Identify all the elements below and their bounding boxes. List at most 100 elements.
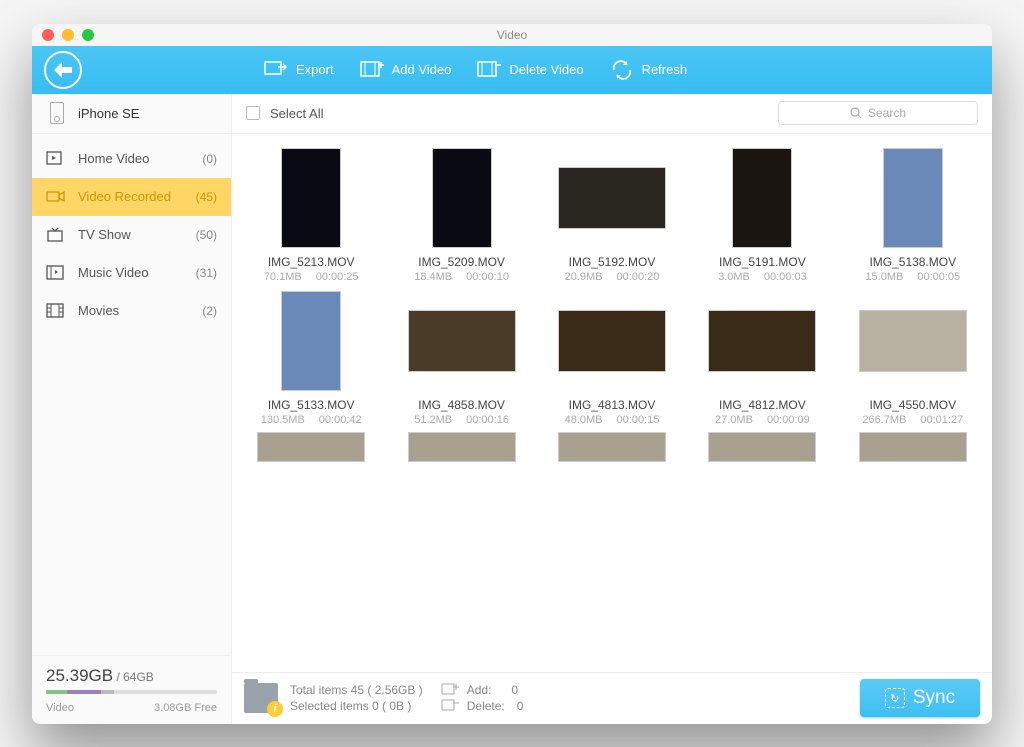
search-icon [850, 107, 862, 119]
refresh-label: Refresh [642, 62, 688, 77]
sidebar-item-count: (31) [196, 266, 217, 280]
video-tile[interactable]: IMG_4812.MOV 27.0MB00:00:09 [689, 289, 835, 426]
video-duration: 00:00:15 [617, 414, 660, 426]
select-all-checkbox[interactable] [246, 106, 260, 120]
add-video-button[interactable]: Add Video [360, 59, 452, 81]
video-filename: IMG_5192.MOV [569, 255, 656, 269]
video-size: 15.0MB [865, 271, 903, 283]
video-tile[interactable]: IMG_4813.MOV 48.0MB00:00:15 [539, 289, 685, 426]
storage-panel: 25.39GB / 64GB Video 3.08GB Free [32, 655, 231, 724]
video-thumbnail [408, 310, 516, 372]
storage-segment [67, 690, 101, 694]
video-tile[interactable] [539, 432, 685, 466]
toolbar: Export Add Video Delete Video Refresh [32, 46, 992, 94]
video-size: 130.5MB [261, 414, 305, 426]
sidebar-item-music-video[interactable]: Music Video (31) [32, 254, 231, 292]
sidebar-item-label: TV Show [78, 227, 184, 242]
export-button[interactable]: Export [264, 59, 334, 81]
video-thumbnail [708, 310, 816, 372]
video-duration: 00:01:27 [920, 414, 963, 426]
video-tile[interactable]: IMG_5191.MOV 3.0MB00:00:03 [689, 146, 835, 283]
app-window: Video Export Add Video Delete Video Refr… [32, 24, 992, 724]
sidebar-item-movies[interactable]: Movies (2) [32, 292, 231, 330]
video-size: 3.0MB [718, 271, 750, 283]
video-tile[interactable]: IMG_5192.MOV 20.9MB 00:00:20 [539, 146, 685, 283]
minimize-icon[interactable] [62, 29, 74, 41]
storage-bar [46, 690, 217, 694]
delete-count: 0 [517, 699, 524, 713]
delete-video-button[interactable]: Delete Video [477, 59, 583, 81]
video-tile[interactable]: IMG_5209.MOV 18.4MB 00:00:10 [388, 146, 534, 283]
home-video-icon [46, 151, 66, 167]
sidebar-item-label: Home Video [78, 151, 190, 166]
device-name: iPhone SE [78, 106, 139, 121]
sidebar-item-tv-show[interactable]: TV Show (50) [32, 216, 231, 254]
video-size: 20.9MB [565, 271, 603, 283]
sidebar-item-home-video[interactable]: Home Video (0) [32, 140, 231, 178]
total-items: Total items 45 ( 2.56GB ) [290, 683, 423, 697]
video-size: 18.4MB [414, 271, 452, 283]
video-duration: 00:00:20 [617, 271, 660, 283]
sidebar-item-count: (50) [196, 228, 217, 242]
refresh-icon [610, 59, 634, 81]
delete-video-icon [477, 59, 501, 81]
device-row[interactable]: iPhone SE [32, 94, 231, 134]
sidebar-item-label: Video Recorded [78, 189, 184, 204]
add-video-label: Add Video [392, 62, 452, 77]
movies-icon [46, 303, 66, 319]
video-tile[interactable] [238, 432, 384, 466]
storage-category: Video [46, 702, 74, 714]
sidebar-item-video-recorded[interactable]: Video Recorded (45) [32, 178, 231, 216]
window-controls [42, 29, 94, 41]
arrow-left-icon [54, 62, 72, 78]
video-thumbnail [859, 432, 967, 462]
storage-text: 25.39GB / 64GB [46, 666, 217, 686]
sync-button[interactable]: Sync [860, 679, 980, 717]
video-recorded-icon [46, 189, 66, 205]
video-tile[interactable] [689, 432, 835, 466]
refresh-button[interactable]: Refresh [610, 59, 688, 81]
delete-video-label: Delete Video [509, 62, 583, 77]
video-thumbnail [432, 148, 492, 248]
video-tile[interactable]: IMG_5138.MOV 15.0MB00:00:05 [840, 146, 986, 283]
back-button[interactable] [44, 51, 82, 89]
video-filename: IMG_5213.MOV [268, 255, 355, 269]
sync-label: Sync [913, 687, 955, 709]
video-tile[interactable]: IMG_5213.MOV 70.1MB00:00:25 [238, 146, 384, 283]
export-icon [264, 59, 288, 81]
video-size: 266.7MB [862, 414, 906, 426]
video-duration: 00:00:10 [466, 271, 509, 283]
close-icon[interactable] [42, 29, 54, 41]
video-size: 48.0MB [565, 414, 603, 426]
video-thumbnail [281, 148, 341, 248]
sidebar: iPhone SE Home Video (0) Video Recorded … [32, 94, 232, 724]
delete-label: Delete: [467, 699, 505, 713]
video-tile[interactable]: IMG_5133.MOV 130.5MB00:00:42 [238, 289, 384, 426]
selected-items: Selected items 0 ( 0B ) [290, 699, 423, 713]
video-thumbnail [408, 432, 516, 462]
video-filename: IMG_5191.MOV [719, 255, 806, 269]
music-video-icon [46, 265, 66, 281]
video-filename: IMG_5209.MOV [418, 255, 505, 269]
window-title: Video [497, 28, 527, 42]
video-thumbnail [732, 148, 792, 248]
video-duration: 00:00:25 [316, 271, 359, 283]
footer: i Total items 45 ( 2.56GB ) Selected ite… [232, 672, 992, 724]
storage-used: 25.39GB [46, 666, 113, 685]
video-thumbnail [708, 432, 816, 462]
maximize-icon[interactable] [82, 29, 94, 41]
delete-pending-icon [441, 699, 459, 713]
video-tile[interactable]: IMG_4858.MOV 51.2MB00:00:16 [388, 289, 534, 426]
export-label: Export [296, 62, 334, 77]
video-grid[interactable]: IMG_5213.MOV 70.1MB00:00:25 IMG_5209.MOV… [232, 134, 992, 672]
video-filename: IMG_4858.MOV [418, 398, 505, 412]
video-size: 27.0MB [715, 414, 753, 426]
video-tile[interactable]: IMG_4550.MOV 266.7MB00:01:27 [840, 289, 986, 426]
add-video-icon [360, 59, 384, 81]
add-count: 0 [511, 683, 518, 697]
storage-total: / 64GB [116, 670, 153, 684]
video-filename: IMG_5133.MOV [268, 398, 355, 412]
search-input[interactable]: Search [778, 101, 978, 125]
video-tile[interactable] [388, 432, 534, 466]
video-tile[interactable] [840, 432, 986, 466]
